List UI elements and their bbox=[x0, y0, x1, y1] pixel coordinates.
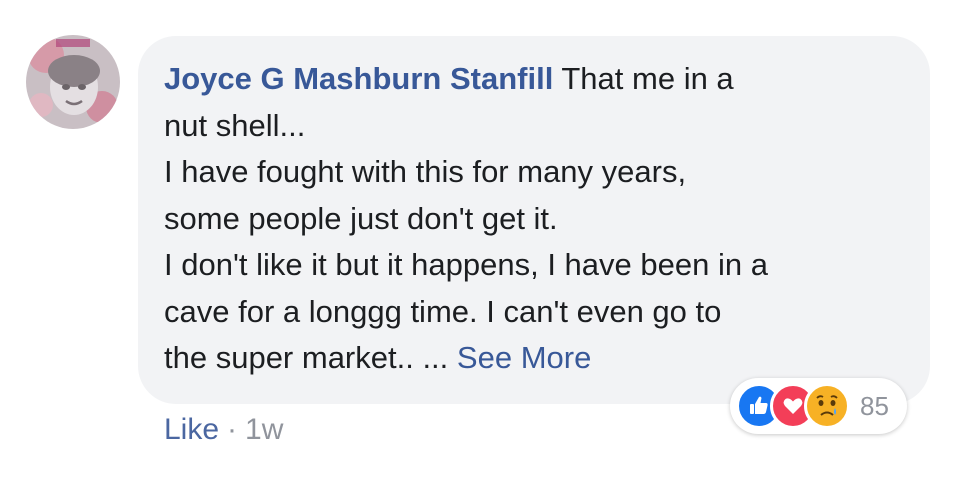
separator-dot: · bbox=[227, 413, 238, 446]
like-button[interactable]: Like bbox=[164, 413, 219, 446]
reactions-summary[interactable]: 85 bbox=[730, 378, 907, 434]
comment-text-line: That me in a bbox=[561, 61, 734, 96]
comment-text-line: some people just don't get it. bbox=[164, 200, 558, 236]
see-more-link[interactable]: See More bbox=[457, 340, 591, 375]
profile-photo bbox=[26, 35, 120, 129]
thumbs-up-icon bbox=[750, 396, 768, 414]
reaction-count: 85 bbox=[860, 390, 889, 421]
comment-text-line: the super market.. ... bbox=[164, 340, 449, 375]
comment-actions: Like · 1w bbox=[164, 410, 283, 450]
comment-line-1: Joyce G Mashburn Stanfill That me in a bbox=[164, 56, 924, 103]
avatar[interactable] bbox=[26, 35, 120, 129]
heart-icon bbox=[783, 398, 803, 414]
comment-text-line: I don't like it but it happens, I have b… bbox=[164, 247, 768, 282]
comment-line-last: the super market.. ... See More bbox=[164, 335, 924, 382]
comment-text-line: I have fought with this for many years, bbox=[164, 154, 687, 189]
timestamp-link[interactable]: 1w bbox=[245, 413, 283, 446]
comment-text-line: cave for a longgg time. I can't even go … bbox=[164, 293, 722, 329]
comment-text-line: nut shell... bbox=[164, 107, 306, 143]
sad-reaction-icon bbox=[804, 383, 850, 429]
author-name-link[interactable]: Joyce G Mashburn Stanfill bbox=[164, 61, 553, 96]
comment-body: Joyce G Mashburn Stanfill That me in a n… bbox=[164, 56, 924, 382]
sad-face-icon bbox=[816, 395, 838, 416]
